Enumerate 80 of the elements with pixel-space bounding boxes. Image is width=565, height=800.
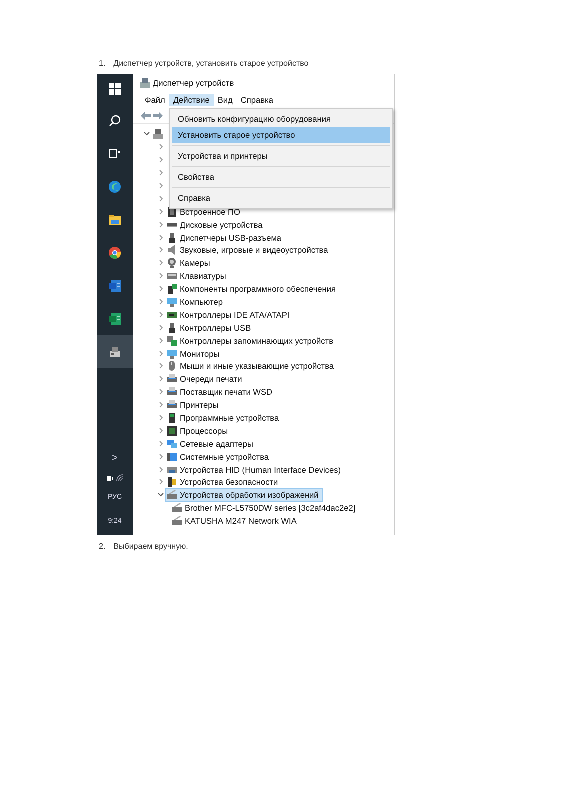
- tree-item[interactable]: Компоненты программного обеспечения: [166, 283, 339, 296]
- tree-item[interactable]: Системные устройства: [166, 450, 272, 463]
- menu-item[interactable]: Обновить конфигурацию оборудования: [172, 111, 390, 127]
- tree-item[interactable]: Диспетчеры USB-разъема: [166, 232, 285, 244]
- tree-item[interactable]: Камеры: [166, 257, 214, 270]
- monitor-icon: [167, 297, 177, 308]
- tree-item[interactable]: Мыши и иные указывающие устройства: [166, 360, 338, 372]
- tree-item[interactable]: Устройства безопасности: [166, 476, 282, 488]
- spreadsheet-icon: [109, 312, 121, 324]
- menu-item[interactable]: Действие: [169, 94, 214, 106]
- tree-item[interactable]: Поставщик печати WSD: [166, 386, 276, 398]
- printer-icon: [167, 374, 177, 384]
- webcam-icon: [167, 258, 177, 268]
- back-arrow-icon[interactable]: [141, 112, 151, 120]
- tree-item[interactable]: Процессоры: [166, 424, 232, 437]
- tree-item[interactable]: Программные устройства: [166, 412, 282, 424]
- tree-item[interactable]: Сетевые адаптеры: [166, 438, 256, 450]
- windows-logo-icon[interactable]: [109, 83, 121, 95]
- tree-item[interactable]: Контроллеры USB: [166, 322, 254, 334]
- menu-item[interactable]: Установить старое устройство: [172, 127, 390, 143]
- window-title: Диспетчер устройств: [153, 76, 234, 90]
- printer-icon: [167, 387, 177, 398]
- tree-item[interactable]: Устройства HID (Human Interface Devices): [166, 464, 344, 476]
- menu-item[interactable]: Вид: [214, 94, 237, 106]
- tree-item[interactable]: Мониторы: [166, 348, 223, 360]
- network-adapter-icon: [167, 438, 177, 449]
- show-hidden-icons-button[interactable]: >: [97, 447, 133, 469]
- tree-item[interactable]: KATUSHA M247 Network WIA: [171, 515, 300, 528]
- device-manager-icon: [109, 346, 121, 358]
- scanner-icon: [167, 490, 177, 500]
- step-text: Диспетчер устройств, установить старое устройство: [114, 58, 309, 70]
- edge-browser-icon: [109, 180, 121, 192]
- usb-plug-icon: [167, 322, 177, 333]
- storage-controller-icon: [167, 336, 177, 346]
- menu-item[interactable]: Файл: [141, 94, 170, 106]
- security-key-icon: [167, 477, 177, 488]
- device-icon: [167, 413, 177, 424]
- step-number: 1.: [99, 58, 106, 70]
- hid-device-icon: [167, 464, 177, 475]
- computer-icon: [153, 129, 163, 140]
- chevron-icon[interactable]: [142, 130, 152, 138]
- tree-item[interactable]: Принтеры: [166, 399, 222, 412]
- step-text: Выбираем вручную.: [114, 541, 188, 553]
- step-number: 2.: [99, 541, 106, 553]
- search-icon: [109, 114, 121, 126]
- device-manager-button[interactable]: [97, 335, 133, 368]
- tree-item[interactable]: Компьютер: [166, 296, 226, 308]
- menu-item[interactable]: Свойства: [172, 169, 390, 185]
- controller-card-icon: [167, 310, 177, 320]
- device-manager-icon: [140, 78, 150, 88]
- processor-icon: [167, 426, 177, 436]
- monitor-icon: [167, 348, 177, 359]
- component-icon: [167, 284, 177, 294]
- menu-item[interactable]: Справка: [236, 94, 278, 106]
- menu-item[interactable]: Устройства и принтеры: [172, 148, 390, 164]
- tree-item[interactable]: Контроллеры запоминающих устройств: [166, 334, 336, 347]
- chevron-icon[interactable]: [156, 491, 166, 500]
- keyboard-icon: [167, 271, 177, 282]
- printer-icon: [167, 400, 177, 410]
- usb-plug-icon: [167, 232, 177, 243]
- word-document-icon: [109, 280, 121, 292]
- chrome-browser-icon: [109, 246, 121, 258]
- folder-icon: [109, 214, 121, 226]
- tree-item[interactable]: Контроллеры IDE ATA/ATAPI: [166, 308, 293, 321]
- menu-item[interactable]: Справка: [172, 190, 390, 206]
- tree-item[interactable]: Дисковые устройства: [166, 218, 266, 231]
- tree-item[interactable]: Brother MFC-L5750DW series [3c2af4dac2e2]: [171, 502, 359, 514]
- system-device-icon: [167, 452, 177, 462]
- network-icon[interactable]: [116, 474, 124, 482]
- task-view-icon: [109, 148, 121, 160]
- forward-arrow-icon[interactable]: [153, 112, 163, 120]
- scanner-icon: [172, 516, 182, 526]
- scanner-icon: [172, 503, 182, 514]
- mouse-icon: [167, 361, 177, 372]
- battery-icon[interactable]: [106, 476, 112, 480]
- speaker-icon: [167, 245, 177, 256]
- tree-item[interactable]: Клавиатуры: [166, 270, 230, 282]
- tree-item[interactable]: Устройства обработки изображений: [166, 489, 322, 502]
- tree-item[interactable]: Очереди печати: [166, 373, 246, 386]
- tree-item[interactable]: Звуковые, игровые и видеоустройства: [166, 244, 332, 256]
